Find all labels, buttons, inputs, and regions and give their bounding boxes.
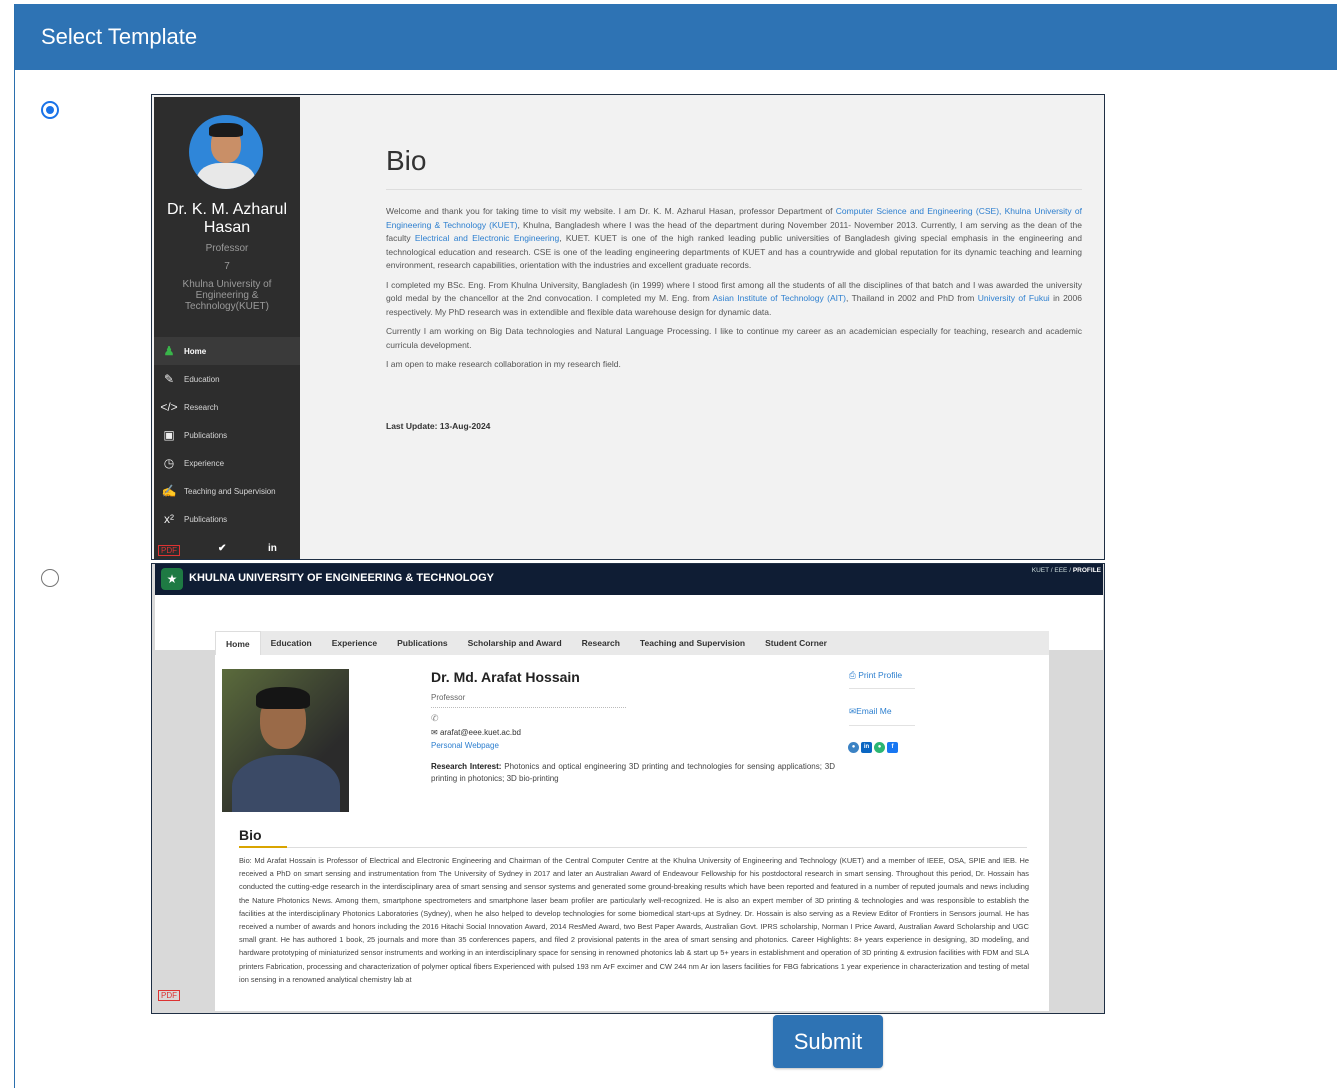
template-1-content: Bio Welcome and thank you for taking tim… — [300, 97, 1104, 559]
bio-heading: Bio — [386, 145, 427, 176]
code-icon: </> — [160, 400, 178, 414]
profile-name: Dr. Md. Arafat Hossain — [431, 669, 580, 685]
email-me-link: ✉Email Me — [849, 706, 892, 716]
research-interest: Research Interest: Photonics and optical… — [431, 762, 835, 783]
nav-teaching: Teaching and Supervision — [639, 638, 746, 648]
menu-item-experience: ◷ Experience — [154, 449, 300, 477]
profile-name: Dr. K. M. Azharul Hasan — [166, 201, 288, 236]
pdf-icon: PDF — [158, 990, 180, 1001]
university-name: KHULNA UNIVERSITY OF ENGINEERING & TECHN… — [189, 572, 494, 584]
profile-card: Dr. Md. Arafat Hossain Professor ✆ ✉ ara… — [215, 655, 1049, 1011]
menu-item-research: </> Research — [154, 393, 300, 421]
profile-photo — [222, 669, 349, 812]
researchgate-icon: ● — [874, 742, 885, 753]
nav-publications: Publications — [397, 638, 448, 648]
divider — [849, 725, 915, 726]
social-icons: ● in ● f — [848, 742, 898, 753]
eee-link: Electrical and Electronic Engineering — [414, 233, 560, 243]
menu-item-education: ✎ Education — [154, 365, 300, 393]
last-update: Last Update: 13-Aug-2024 — [386, 421, 491, 431]
twitter-icon: ✔ — [218, 543, 227, 554]
linkedin-icon: in — [861, 742, 872, 753]
nav-education: Education — [270, 638, 312, 648]
nav-student-corner: Student Corner — [765, 638, 827, 648]
book-icon: ▣ — [163, 428, 175, 442]
print-profile-link: ⎙ Print Profile — [849, 670, 903, 680]
divider — [386, 189, 1082, 190]
template-2-nav: Home Education Experience Publications S… — [215, 630, 1049, 656]
profile-institution: Khulna University of Engineering & Techn… — [182, 279, 272, 312]
linkedin-icon: in — [268, 543, 277, 554]
template-1-menu: ♟ Home ✎ Education </> Research ▣ Publicatio… — [154, 337, 300, 533]
panel-title: Select Template — [15, 4, 1337, 70]
template-1-preview[interactable]: Dr. K. M. Azharul Hasan Professor 7 Khul… — [151, 94, 1105, 560]
template-1-radio[interactable] — [41, 101, 59, 119]
template-1-sidebar: Dr. K. M. Azharul Hasan Professor 7 Khul… — [154, 97, 300, 559]
profile-position: Professor — [205, 243, 249, 254]
nav-experience: Experience — [331, 638, 378, 648]
facebook-icon: f — [887, 742, 898, 753]
template-2-preview[interactable]: ★ KHULNA UNIVERSITY OF ENGINEERING & TEC… — [151, 563, 1105, 1014]
bio-underline — [239, 846, 287, 848]
clock-icon: ◷ — [163, 456, 175, 470]
superscript-icon: x² — [164, 512, 174, 526]
menu-item-home: ♟ Home — [154, 337, 300, 365]
profile-position: Professor — [431, 693, 466, 702]
profile-email: ✉ arafat@eee.kuet.ac.bd — [431, 728, 521, 737]
nav-research: Research — [581, 638, 620, 648]
divider — [431, 707, 626, 708]
pdf-icon: PDF — [158, 545, 180, 556]
menu-item-publications: ▣ Publications — [154, 421, 300, 449]
user-icon: ♟ — [163, 344, 175, 358]
template-2-radio[interactable] — [41, 569, 59, 587]
bio-text: Welcome and thank you for taking time to… — [386, 206, 1082, 369]
bio-text: Bio: Md Arafat Hossain is Professor of E… — [239, 856, 1029, 984]
menu-item-publications-2: x² Publications — [154, 505, 300, 533]
personal-webpage-link: Personal Webpage — [431, 741, 499, 750]
university-logo-icon: ★ — [161, 568, 183, 590]
pencil-icon: ✎ — [163, 372, 175, 386]
breadcrumb: KUET / EEE / PROFILE — [1031, 567, 1101, 574]
menu-item-teaching: ✍ Teaching and Supervision — [154, 477, 300, 505]
profile-avatar — [189, 115, 263, 189]
print-icon: ⎙ — [849, 670, 856, 680]
profile-number: 7 — [224, 261, 230, 272]
phone-icon: ✆ — [431, 713, 439, 723]
submit-button[interactable]: Submit — [773, 1015, 883, 1068]
edit-icon: ✍ — [161, 484, 177, 498]
bio-heading: Bio — [239, 827, 262, 843]
divider — [849, 688, 915, 689]
fukui-link: University of Fukui — [977, 293, 1050, 303]
university-topbar: ★ KHULNA UNIVERSITY OF ENGINEERING & TEC… — [155, 564, 1103, 595]
ait-link: Asian Institute of Technology (AIT) — [712, 293, 847, 303]
nav-home: Home — [215, 630, 261, 656]
divider — [287, 847, 1027, 848]
nav-scholarship: Scholarship and Award — [467, 638, 562, 648]
mail-icon: ✉ — [431, 728, 438, 737]
globe-icon: ● — [848, 742, 859, 753]
